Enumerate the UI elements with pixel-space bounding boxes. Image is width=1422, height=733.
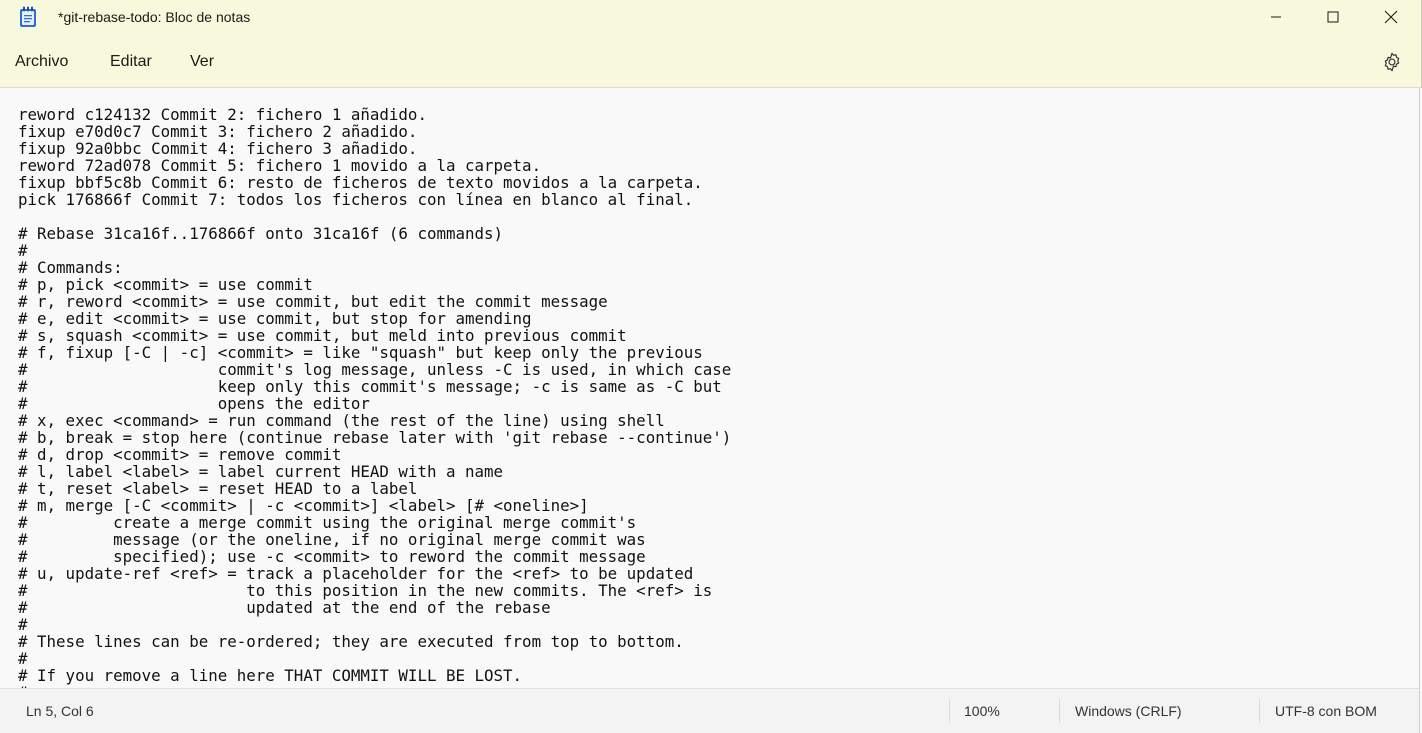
editor-line: # updated at the end of the rebase bbox=[18, 598, 551, 617]
text-editor[interactable]: reword c124132 Commit 2: fichero 1 añadi… bbox=[0, 88, 1420, 688]
zoom-level[interactable]: 100% bbox=[964, 703, 1000, 719]
status-divider bbox=[949, 699, 950, 723]
editor-line: pick 176866f Commit 7: todos los fichero… bbox=[18, 190, 694, 209]
cursor-position: Ln 5, Col 6 bbox=[26, 703, 94, 719]
close-icon bbox=[1384, 10, 1398, 24]
encoding[interactable]: UTF-8 con BOM bbox=[1275, 703, 1377, 719]
notepad-icon bbox=[20, 6, 36, 27]
menu-ver[interactable]: Ver bbox=[190, 53, 214, 71]
line-ending[interactable]: Windows (CRLF) bbox=[1075, 703, 1182, 719]
editor-line: # Rebase 31ca16f..176866f onto 31ca16f (… bbox=[18, 224, 504, 243]
title-bar[interactable]: *git-rebase-todo: Bloc de notas bbox=[0, 0, 1422, 38]
minimize-icon bbox=[1271, 16, 1281, 18]
minimize-button[interactable] bbox=[1247, 0, 1305, 34]
window-title: *git-rebase-todo: Bloc de notas bbox=[58, 9, 251, 25]
menu-archivo[interactable]: Archivo bbox=[15, 53, 68, 71]
menu-bar: Archivo Editar Ver bbox=[0, 38, 1422, 88]
status-divider bbox=[1059, 699, 1060, 723]
status-divider bbox=[1259, 699, 1260, 723]
editor-content[interactable]: reword c124132 Commit 2: fichero 1 añadi… bbox=[18, 106, 731, 688]
editor-line: # If you remove a line here THAT COMMIT … bbox=[18, 666, 523, 685]
status-bar: Ln 5, Col 6 100% Windows (CRLF) UTF-8 co… bbox=[0, 688, 1420, 733]
editor-line: # These lines can be re-ordered; they ar… bbox=[18, 632, 684, 651]
maximize-button[interactable] bbox=[1304, 0, 1362, 34]
close-button[interactable] bbox=[1362, 0, 1420, 34]
menu-editar[interactable]: Editar bbox=[110, 53, 152, 71]
gear-icon[interactable] bbox=[1381, 51, 1403, 73]
maximize-icon bbox=[1327, 11, 1339, 23]
notepad-window: *git-rebase-todo: Bloc de notas Archivo … bbox=[0, 0, 1422, 733]
